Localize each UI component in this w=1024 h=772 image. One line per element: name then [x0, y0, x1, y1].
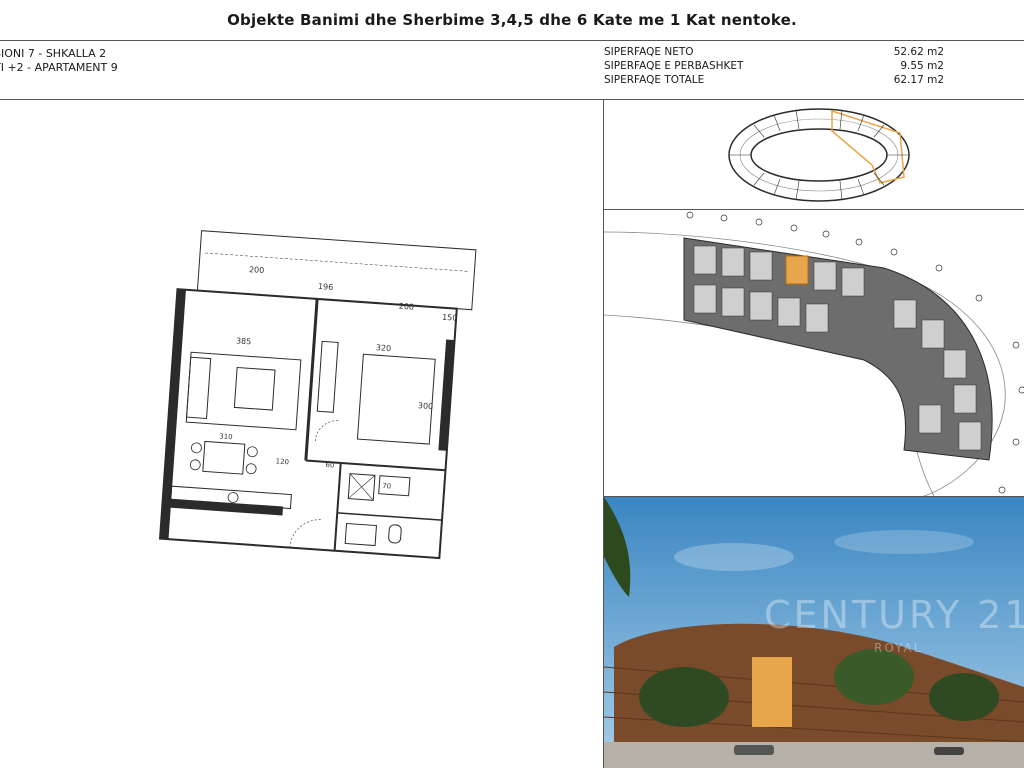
unit-apartment-label: TI +2 - APARTAMENT 9	[0, 61, 118, 74]
area-row-totale: SIPERFAQE TOTALE 62.17 m2	[604, 73, 944, 87]
wc-basin	[344, 522, 377, 547]
area-row-perbashket: SIPERFAQE E PERBASHKET 9.55 m2	[604, 59, 944, 73]
building-render: CENTURY 21 ROYAL	[604, 497, 1024, 768]
wardrobe	[316, 340, 339, 413]
area-table: SIPERFAQE NETO 52.62 m2 SIPERFAQE E PERB…	[604, 45, 944, 87]
dim-label: 120	[275, 457, 289, 466]
watermark: CENTURY 21	[764, 593, 1024, 637]
dim-label: 200	[399, 302, 415, 312]
watermark-subtitle: ROYAL	[874, 641, 923, 655]
area-value: 9.55 m2	[900, 60, 944, 72]
floor-plan-panel: 200 196 200 150 385 310 320 300 70 120 6…	[0, 101, 602, 768]
floor-plan-drawing: 200 196 200 150 385 310 320 300 70 120 6…	[158, 230, 477, 560]
highlighted-apartment	[785, 255, 809, 285]
bed	[356, 353, 436, 445]
dim-label: 300	[418, 401, 434, 411]
curved-floor-diagram	[603, 211, 1024, 497]
dining-table	[202, 440, 246, 475]
document-title: Objekte Banimi dhe Sherbime 3,4,5 dhe 6 …	[0, 0, 1024, 41]
entrance-opening	[752, 657, 792, 727]
floor-key-plan	[603, 210, 1024, 497]
dim-label: 385	[236, 336, 252, 346]
balcony	[196, 230, 477, 311]
area-value: 52.62 m2	[893, 46, 944, 58]
exterior-wall	[438, 339, 456, 451]
dim-label: 60	[325, 461, 334, 470]
toilet	[388, 524, 402, 544]
dim-label: 200	[249, 265, 265, 275]
sofa	[186, 356, 212, 420]
info-bar: SIONI 7 - SHKALLA 2 TI +2 - APARTAMENT 9…	[0, 41, 1024, 100]
unit-section-label: SIONI 7 - SHKALLA 2	[0, 47, 107, 60]
unit-info: SIONI 7 - SHKALLA 2 TI +2 - APARTAMENT 9	[0, 47, 118, 75]
dim-label: 320	[376, 343, 392, 353]
area-label: SIPERFAQE TOTALE	[604, 74, 705, 86]
area-label: SIPERFAQE E PERBASHKET	[604, 60, 744, 72]
coffee-table	[233, 366, 276, 411]
dim-label: 70	[382, 482, 391, 491]
oval-building-diagram	[728, 108, 910, 202]
dim-label: 310	[219, 432, 233, 441]
area-label: SIPERFAQE NETO	[604, 46, 694, 58]
area-value: 62.17 m2	[893, 74, 944, 86]
building-key-plan	[604, 101, 1024, 209]
highlighted-section	[831, 109, 905, 184]
area-row-neto: SIPERFAQE NETO 52.62 m2	[604, 45, 944, 59]
dim-label: 196	[318, 282, 334, 292]
